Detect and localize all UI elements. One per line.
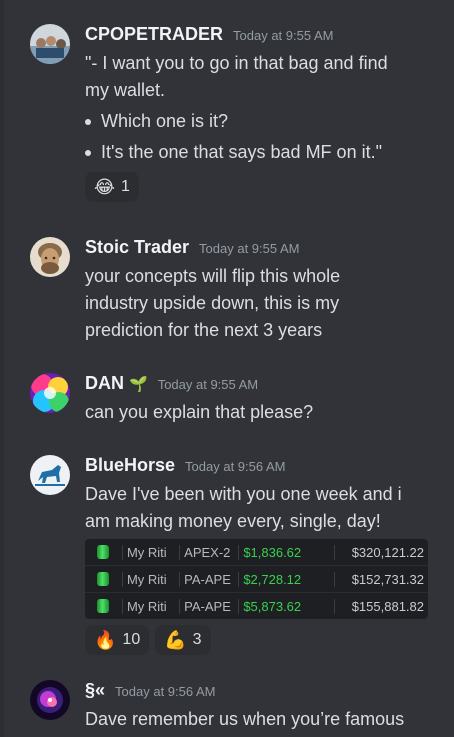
username[interactable]: CPOPETRADER bbox=[85, 24, 223, 45]
username[interactable]: DAN bbox=[85, 373, 124, 394]
avatar[interactable] bbox=[30, 680, 70, 720]
table-row: My Riti APEX-2 $1,836.62 $320,121.22 bbox=[85, 539, 428, 566]
green-cylinder-icon bbox=[97, 572, 110, 586]
reaction-joy[interactable]: 😂 1 bbox=[85, 172, 139, 202]
bullet-list: Which one is it? It's the one that says … bbox=[85, 106, 446, 168]
reaction-muscle[interactable]: 💪 3 bbox=[155, 625, 211, 655]
message-text: Dave remember us when you’re famous bbox=[85, 709, 405, 729]
reaction-count: 1 bbox=[121, 178, 130, 195]
fire-emoji-icon: 🔥 bbox=[94, 629, 117, 650]
timestamp: Today at 9:56 AM bbox=[185, 459, 286, 474]
message-text: Dave I've been with you one week and i a… bbox=[85, 484, 402, 531]
timestamp: Today at 9:56 AM bbox=[115, 684, 216, 699]
table-row: My Riti PA-APE $5,873.62 $155,881.82 bbox=[85, 593, 428, 619]
reaction-count: 10 bbox=[122, 631, 141, 648]
reaction-fire[interactable]: 🔥 10 bbox=[85, 625, 150, 655]
sprout-badge-icon: 🌱 bbox=[129, 376, 148, 393]
timestamp: Today at 9:55 AM bbox=[233, 28, 334, 43]
username[interactable]: Stoic Trader bbox=[85, 237, 189, 258]
avatar[interactable] bbox=[30, 24, 70, 64]
username[interactable]: BlueHorse bbox=[85, 455, 175, 476]
message-text: "- I want you to go in that bag and find… bbox=[85, 53, 388, 100]
list-item: Which one is it? bbox=[85, 106, 446, 137]
message-text: can you explain that please? bbox=[85, 402, 314, 422]
image-attachment[interactable]: My Riti APEX-2 $1,836.62 $320,121.22 My … bbox=[85, 539, 428, 619]
scroll-edge bbox=[0, 0, 4, 737]
message-text: your concepts will flip this whole indus… bbox=[85, 266, 341, 340]
joy-emoji-icon: 😂 bbox=[94, 176, 116, 197]
username[interactable]: §« bbox=[85, 680, 105, 701]
reaction-count: 3 bbox=[192, 631, 202, 648]
flexed-biceps-emoji-icon: 💪 bbox=[164, 629, 187, 650]
avatar[interactable] bbox=[30, 373, 70, 413]
green-cylinder-icon bbox=[97, 545, 110, 559]
avatar[interactable] bbox=[30, 237, 70, 277]
table-row: My Riti PA-APE $2,728.12 $152,731.32 bbox=[85, 566, 428, 593]
list-item: It's the one that says bad MF on it." bbox=[85, 137, 446, 168]
timestamp: Today at 9:55 AM bbox=[157, 377, 259, 392]
avatar[interactable] bbox=[30, 455, 70, 495]
timestamp: Today at 9:55 AM bbox=[199, 241, 300, 256]
green-cylinder-icon bbox=[97, 599, 110, 613]
